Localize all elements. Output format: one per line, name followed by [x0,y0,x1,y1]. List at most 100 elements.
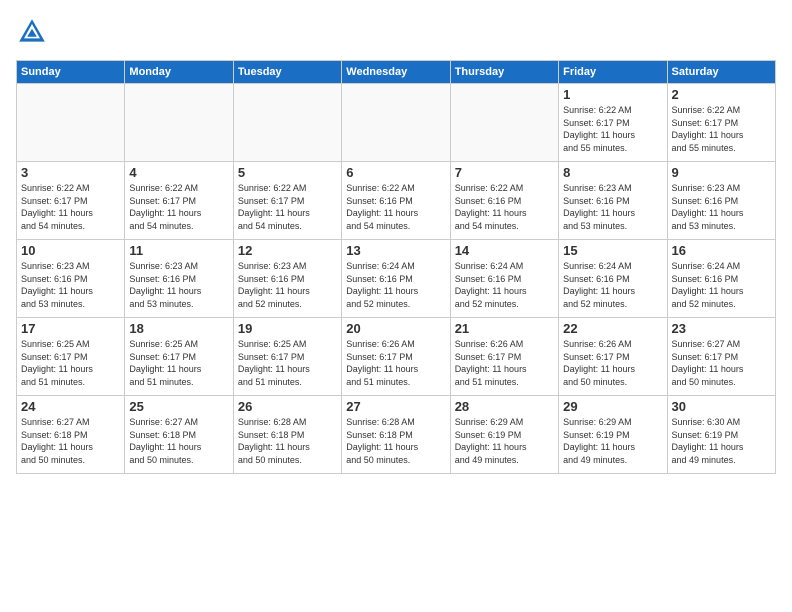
day-info: Sunrise: 6:22 AM Sunset: 6:16 PM Dayligh… [455,182,554,232]
col-tuesday: Tuesday [233,61,341,84]
day-cell: 4 Sunrise: 6:22 AM Sunset: 6:17 PM Daylig… [125,162,233,240]
day-number: 18 [129,321,228,336]
day-number: 4 [129,165,228,180]
day-number: 8 [563,165,662,180]
day-number: 7 [455,165,554,180]
day-cell: 1 Sunrise: 6:22 AM Sunset: 6:17 PM Daylig… [559,84,667,162]
day-cell: 8 Sunrise: 6:23 AM Sunset: 6:16 PM Daylig… [559,162,667,240]
day-number: 29 [563,399,662,414]
day-cell [17,84,125,162]
day-info: Sunrise: 6:22 AM Sunset: 6:17 PM Dayligh… [129,182,228,232]
day-number: 27 [346,399,445,414]
col-monday: Monday [125,61,233,84]
day-info: Sunrise: 6:25 AM Sunset: 6:17 PM Dayligh… [21,338,120,388]
day-cell: 27 Sunrise: 6:28 AM Sunset: 6:18 PM Dayli… [342,396,450,474]
day-info: Sunrise: 6:22 AM Sunset: 6:17 PM Dayligh… [21,182,120,232]
day-number: 1 [563,87,662,102]
header [16,16,776,48]
day-cell: 13 Sunrise: 6:24 AM Sunset: 6:16 PM Dayli… [342,240,450,318]
day-number: 26 [238,399,337,414]
week-row-2: 10 Sunrise: 6:23 AM Sunset: 6:16 PM Dayli… [17,240,776,318]
week-row-3: 17 Sunrise: 6:25 AM Sunset: 6:17 PM Dayli… [17,318,776,396]
day-cell: 28 Sunrise: 6:29 AM Sunset: 6:19 PM Dayli… [450,396,558,474]
day-cell: 9 Sunrise: 6:23 AM Sunset: 6:16 PM Daylig… [667,162,775,240]
day-info: Sunrise: 6:22 AM Sunset: 6:17 PM Dayligh… [672,104,771,154]
day-number: 17 [21,321,120,336]
day-info: Sunrise: 6:26 AM Sunset: 6:17 PM Dayligh… [346,338,445,388]
week-row-1: 3 Sunrise: 6:22 AM Sunset: 6:17 PM Daylig… [17,162,776,240]
day-cell: 17 Sunrise: 6:25 AM Sunset: 6:17 PM Dayli… [17,318,125,396]
day-info: Sunrise: 6:29 AM Sunset: 6:19 PM Dayligh… [563,416,662,466]
day-cell: 30Sunrise: 6:30 AM Sunset: 6:19 PM Dayli… [667,396,775,474]
day-number: 20 [346,321,445,336]
day-number: 23 [672,321,771,336]
day-number: 15 [563,243,662,258]
day-info: Sunrise: 6:23 AM Sunset: 6:16 PM Dayligh… [563,182,662,232]
day-cell: 6 Sunrise: 6:22 AM Sunset: 6:16 PM Daylig… [342,162,450,240]
calendar-body: 1 Sunrise: 6:22 AM Sunset: 6:17 PM Daylig… [17,84,776,474]
day-cell [450,84,558,162]
day-info: Sunrise: 6:26 AM Sunset: 6:17 PM Dayligh… [563,338,662,388]
day-info: Sunrise: 6:23 AM Sunset: 6:16 PM Dayligh… [672,182,771,232]
day-info: Sunrise: 6:28 AM Sunset: 6:18 PM Dayligh… [346,416,445,466]
day-number: 28 [455,399,554,414]
day-cell [233,84,341,162]
day-info: Sunrise: 6:23 AM Sunset: 6:16 PM Dayligh… [238,260,337,310]
day-info: Sunrise: 6:22 AM Sunset: 6:16 PM Dayligh… [346,182,445,232]
day-number: 12 [238,243,337,258]
day-number: 9 [672,165,771,180]
day-number: 13 [346,243,445,258]
day-number: 30 [672,399,771,414]
calendar-header: Sunday Monday Tuesday Wednesday Thursday… [17,61,776,84]
day-cell [342,84,450,162]
day-number: 16 [672,243,771,258]
day-cell: 21 Sunrise: 6:26 AM Sunset: 6:17 PM Dayli… [450,318,558,396]
day-info: Sunrise: 6:27 AM Sunset: 6:17 PM Dayligh… [672,338,771,388]
day-number: 3 [21,165,120,180]
day-cell: 25 Sunrise: 6:27 AM Sunset: 6:18 PM Dayli… [125,396,233,474]
day-cell: 24 Sunrise: 6:27 AM Sunset: 6:18 PM Dayli… [17,396,125,474]
day-number: 19 [238,321,337,336]
day-info: Sunrise: 6:24 AM Sunset: 6:16 PM Dayligh… [563,260,662,310]
day-cell: 16 Sunrise: 6:24 AM Sunset: 6:16 PM Dayli… [667,240,775,318]
day-number: 2 [672,87,771,102]
col-saturday: Saturday [667,61,775,84]
day-info: Sunrise: 6:23 AM Sunset: 6:16 PM Dayligh… [21,260,120,310]
day-info: Sunrise: 6:28 AM Sunset: 6:18 PM Dayligh… [238,416,337,466]
day-info: Sunrise: 6:24 AM Sunset: 6:16 PM Dayligh… [672,260,771,310]
day-number: 25 [129,399,228,414]
day-cell [125,84,233,162]
day-info: Sunrise: 6:26 AM Sunset: 6:17 PM Dayligh… [455,338,554,388]
day-info: Sunrise: 6:25 AM Sunset: 6:17 PM Dayligh… [238,338,337,388]
page: Sunday Monday Tuesday Wednesday Thursday… [0,0,792,612]
day-number: 21 [455,321,554,336]
day-cell: 12 Sunrise: 6:23 AM Sunset: 6:16 PM Dayli… [233,240,341,318]
day-number: 22 [563,321,662,336]
day-cell: 11Sunrise: 6:23 AM Sunset: 6:16 PM Dayli… [125,240,233,318]
day-cell: 7 Sunrise: 6:22 AM Sunset: 6:16 PM Daylig… [450,162,558,240]
day-cell: 2 Sunrise: 6:22 AM Sunset: 6:17 PM Daylig… [667,84,775,162]
day-cell: 29 Sunrise: 6:29 AM Sunset: 6:19 PM Dayli… [559,396,667,474]
col-thursday: Thursday [450,61,558,84]
day-cell: 23 Sunrise: 6:27 AM Sunset: 6:17 PM Dayli… [667,318,775,396]
day-info: Sunrise: 6:29 AM Sunset: 6:19 PM Dayligh… [455,416,554,466]
day-number: 5 [238,165,337,180]
day-number: 6 [346,165,445,180]
day-info: Sunrise: 6:27 AM Sunset: 6:18 PM Dayligh… [21,416,120,466]
day-number: 10 [21,243,120,258]
day-cell: 3 Sunrise: 6:22 AM Sunset: 6:17 PM Daylig… [17,162,125,240]
day-number: 11 [129,243,228,258]
day-cell: 10 Sunrise: 6:23 AM Sunset: 6:16 PM Dayli… [17,240,125,318]
day-info: Sunrise: 6:27 AM Sunset: 6:18 PM Dayligh… [129,416,228,466]
day-number: 24 [21,399,120,414]
logo-icon [16,16,48,48]
week-row-4: 24 Sunrise: 6:27 AM Sunset: 6:18 PM Dayli… [17,396,776,474]
logo [16,16,52,48]
col-friday: Friday [559,61,667,84]
day-info: Sunrise: 6:24 AM Sunset: 6:16 PM Dayligh… [455,260,554,310]
col-sunday: Sunday [17,61,125,84]
day-number: 14 [455,243,554,258]
day-cell: 15 Sunrise: 6:24 AM Sunset: 6:16 PM Dayli… [559,240,667,318]
day-info: Sunrise: 6:24 AM Sunset: 6:16 PM Dayligh… [346,260,445,310]
day-info: Sunrise: 6:22 AM Sunset: 6:17 PM Dayligh… [563,104,662,154]
